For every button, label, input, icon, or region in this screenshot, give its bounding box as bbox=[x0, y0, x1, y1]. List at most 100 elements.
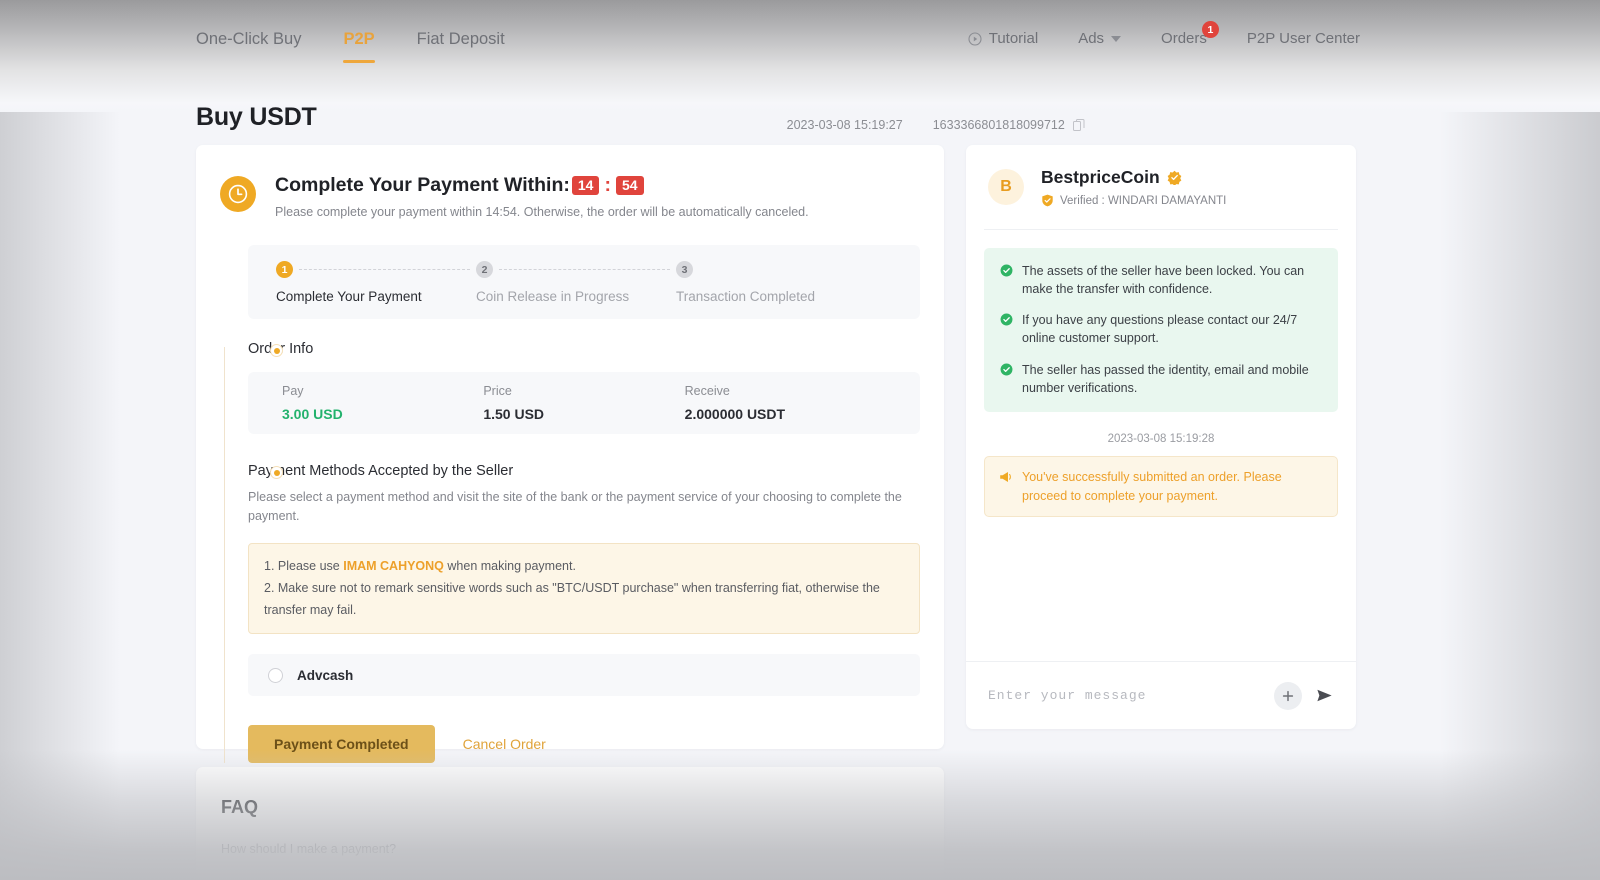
step-transaction-completed: 3 Transaction Completed bbox=[676, 261, 836, 304]
order-info-cell-pay: Pay 3.00 USD bbox=[282, 384, 483, 422]
payment-method-option-advcash[interactable]: Advcash bbox=[248, 654, 920, 697]
cell-value: 1.50 USD bbox=[483, 406, 545, 422]
payment-methods-title: Payment Methods Accepted by the Seller bbox=[248, 463, 514, 479]
nav-item-p2p-user-center[interactable]: P2P User Center bbox=[1247, 30, 1360, 47]
cell-value: 3.00 USD bbox=[282, 406, 343, 422]
radio-icon[interactable] bbox=[268, 667, 283, 683]
notice-suffix: when making payment. bbox=[443, 558, 576, 573]
merchant-badge-icon bbox=[1167, 170, 1182, 186]
payment-timer: Complete Your Payment Within: 14 : 54 Pl… bbox=[196, 145, 944, 219]
cell-label: Receive bbox=[684, 384, 730, 398]
megaphone-icon bbox=[999, 468, 1013, 506]
timer-separator: : bbox=[604, 174, 611, 196]
nav-item-tutorial[interactable]: Tutorial bbox=[968, 30, 1038, 47]
order-card: Complete Your Payment Within: 14 : 54 Pl… bbox=[196, 145, 944, 764]
orders-badge: 1 bbox=[1201, 21, 1219, 38]
nav-tab-one-click-buy[interactable]: One-Click Buy bbox=[196, 30, 301, 69]
timer-seconds: 54 bbox=[615, 175, 644, 196]
step-connector bbox=[299, 269, 470, 270]
vignette-left bbox=[0, 0, 120, 880]
order-meta: 2023-03-08 15:19:27 1633366801818099712 bbox=[787, 118, 1085, 132]
order-id: 1633366801818099712 bbox=[932, 118, 1065, 132]
seller-name: BestpriceCoin bbox=[1041, 167, 1160, 187]
nav-actions: Tutorial Ads Orders 1 P2P User Center bbox=[968, 0, 1360, 47]
shield-check-icon bbox=[1041, 194, 1054, 207]
payee-name: IMAM CAHYONQ bbox=[343, 558, 444, 573]
message-input[interactable] bbox=[988, 688, 1266, 703]
chat-messages: 2023-03-08 15:19:28 You've successfully … bbox=[966, 412, 1356, 661]
payment-notice-line-2: 2. Make sure not to remark sensitive wor… bbox=[264, 580, 880, 617]
nav-item-label: Orders bbox=[1161, 30, 1207, 47]
step-coin-release-in-progress: 2 Coin Release in Progress bbox=[476, 261, 676, 304]
timeline-node-order-info bbox=[270, 344, 283, 357]
chat-input-bar bbox=[966, 661, 1356, 729]
step-complete-your-payment: 1 Complete Your Payment bbox=[276, 261, 476, 304]
page-title: Buy USDT bbox=[196, 103, 317, 131]
payment-methods-description: Please select a payment method and visit… bbox=[248, 490, 902, 524]
step-number: 3 bbox=[676, 261, 693, 278]
check-circle-icon bbox=[1000, 311, 1013, 347]
assurance-item: The assets of the seller have been locke… bbox=[1000, 262, 1322, 298]
payment-completed-button[interactable]: Payment Completed bbox=[248, 725, 435, 764]
clock-icon bbox=[220, 176, 256, 212]
payment-method-label: Advcash bbox=[297, 667, 354, 683]
faq-question[interactable]: How should I make a payment? bbox=[196, 818, 944, 856]
nav-tab-label: Fiat Deposit bbox=[416, 30, 505, 48]
check-circle-icon bbox=[1000, 262, 1013, 298]
order-info-cell-receive: Receive 2.000000 USDT bbox=[685, 384, 886, 422]
seller-name-row: BestpriceCoin bbox=[1041, 167, 1226, 188]
seller-verification: Verified : WINDARI DAMAYANTI bbox=[1041, 194, 1226, 207]
step-label: Transaction Completed bbox=[676, 289, 816, 304]
assurance-text: The assets of the seller have been locke… bbox=[1022, 264, 1305, 297]
nav-tabs: One-Click Buy P2P Fiat Deposit bbox=[196, 0, 505, 69]
copy-icon[interactable] bbox=[1072, 118, 1085, 132]
check-circle-icon bbox=[1000, 361, 1013, 397]
plus-icon bbox=[1281, 689, 1295, 703]
nav-tab-p2p[interactable]: P2P bbox=[343, 30, 375, 69]
cell-label: Price bbox=[483, 384, 512, 398]
assurance-item: If you have any questions please contact… bbox=[1000, 311, 1322, 347]
send-button[interactable] bbox=[1310, 682, 1338, 710]
step-number: 2 bbox=[476, 261, 493, 278]
system-message: You've successfully submitted an order. … bbox=[984, 455, 1338, 518]
chevron-down-icon bbox=[1111, 35, 1122, 42]
step-connector bbox=[499, 269, 670, 270]
vignette-right bbox=[1440, 0, 1600, 880]
cell-value: 2.000000 USDT bbox=[684, 406, 786, 422]
timer-title: Complete Your Payment Within: 14 : 54 bbox=[275, 174, 809, 197]
nav-item-label: P2P User Center bbox=[1246, 30, 1360, 47]
faq-card: FAQ How should I make a payment? bbox=[196, 767, 944, 880]
order-info-title: Order Info bbox=[248, 341, 314, 357]
faq-title: FAQ bbox=[221, 797, 259, 817]
send-icon bbox=[1315, 686, 1334, 705]
cancel-order-button[interactable]: Cancel Order bbox=[445, 736, 564, 752]
nav-tab-fiat-deposit[interactable]: Fiat Deposit bbox=[417, 30, 505, 69]
system-message-text: You've successfully submitted an order. … bbox=[1022, 469, 1282, 503]
divider bbox=[984, 229, 1338, 230]
order-actions: Payment Completed Cancel Order bbox=[248, 725, 944, 764]
timeline-rail bbox=[224, 347, 225, 764]
order-info-grid: Pay 3.00 USD Price 1.50 USD Receive 2.00… bbox=[248, 372, 920, 434]
nav-item-ads[interactable]: Ads bbox=[1078, 30, 1122, 47]
step-label: Complete Your Payment bbox=[276, 289, 422, 304]
page-root: One-Click Buy P2P Fiat Deposit Tutorial … bbox=[0, 0, 1600, 880]
order-timestamp: 2023-03-08 15:19:27 bbox=[786, 118, 903, 132]
message-timestamp: 2023-03-08 15:19:28 bbox=[1107, 432, 1215, 445]
chat-panel: B BestpriceCoin Verified : WINDARI DAMAY… bbox=[966, 145, 1356, 729]
notice-prefix: 1. Please use bbox=[264, 558, 344, 573]
nav-item-label: Tutorial bbox=[988, 30, 1039, 47]
seller-verification-label: Verified : WINDARI DAMAYANTI bbox=[1060, 194, 1227, 207]
cell-label: Pay bbox=[282, 384, 304, 398]
order-info-cell-price: Price 1.50 USD bbox=[483, 384, 684, 422]
play-circle-icon bbox=[968, 31, 982, 46]
order-timeline: Order Info Pay 3.00 USD Price 1.50 USD R… bbox=[196, 341, 944, 764]
nav-item-orders[interactable]: Orders 1 bbox=[1161, 21, 1219, 47]
payment-notice: 1. Please use IMAM CAHYONQ when making p… bbox=[248, 542, 920, 635]
attach-button[interactable] bbox=[1274, 681, 1302, 710]
progress-stepper: 1 Complete Your Payment 2 Coin Release i… bbox=[248, 245, 920, 319]
timeline-node-payment-methods bbox=[270, 466, 283, 479]
assurance-item: The seller has passed the identity, emai… bbox=[1000, 361, 1322, 397]
seller-header: B BestpriceCoin Verified : WINDARI DAMAY… bbox=[966, 145, 1356, 207]
page-header: Buy USDT 2023-03-08 15:19:27 16333668018… bbox=[196, 103, 1356, 132]
payment-notice-line-1: 1. Please use IMAM CAHYONQ when making p… bbox=[264, 556, 904, 578]
